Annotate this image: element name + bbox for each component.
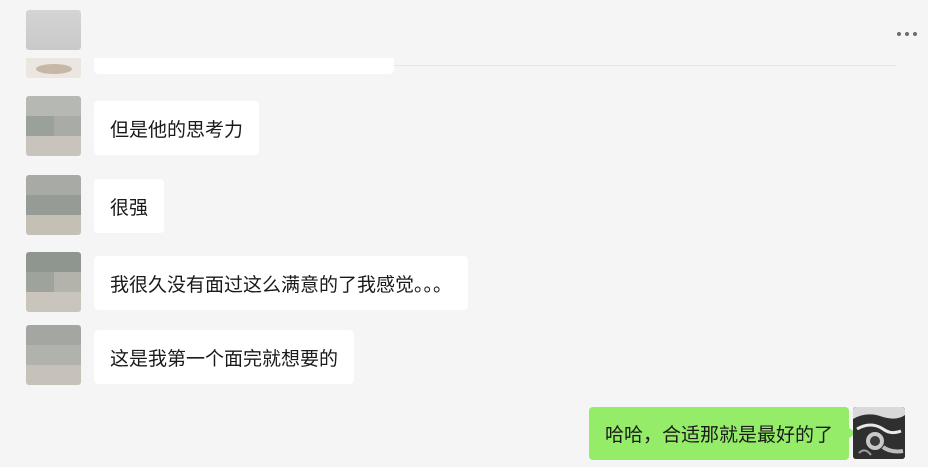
avatar[interactable]: [26, 175, 81, 235]
message-text: 这是我第一个面完就想要的: [110, 347, 339, 370]
avatar[interactable]: [26, 325, 81, 385]
message-text: 哈哈，合适那就是最好的了: [604, 424, 833, 446]
message-bubble-self[interactable]: 哈哈，合适那就是最好的了: [588, 407, 857, 460]
chat-window: 但是他的思考力 很强 我很久没有面过这么满意的了我感觉。。。 这是我第一个面完就…: [0, 0, 928, 467]
avatar[interactable]: [26, 58, 81, 78]
message-bubble[interactable]: 但是他的思考力: [94, 101, 260, 155]
contact-avatar[interactable]: [26, 10, 81, 50]
avatar-image: [853, 407, 905, 459]
avatar[interactable]: [26, 252, 81, 312]
message-text: 我很久没有面过这么满意的了我感觉。。。: [110, 273, 453, 296]
message-bubble[interactable]: 这是我第一个面完就想要的: [94, 330, 355, 384]
message-bubble[interactable]: 我很久没有面过这么满意的了我感觉。。。: [94, 256, 469, 310]
more-dots-icon[interactable]: [890, 24, 924, 44]
message-text: 很强: [110, 196, 149, 219]
avatar[interactable]: [26, 96, 81, 156]
self-avatar[interactable]: [853, 407, 905, 459]
message-text: 但是他的思考力: [110, 118, 244, 141]
message-bubble-partial: [94, 58, 394, 74]
message-bubble[interactable]: 很强: [94, 179, 165, 233]
